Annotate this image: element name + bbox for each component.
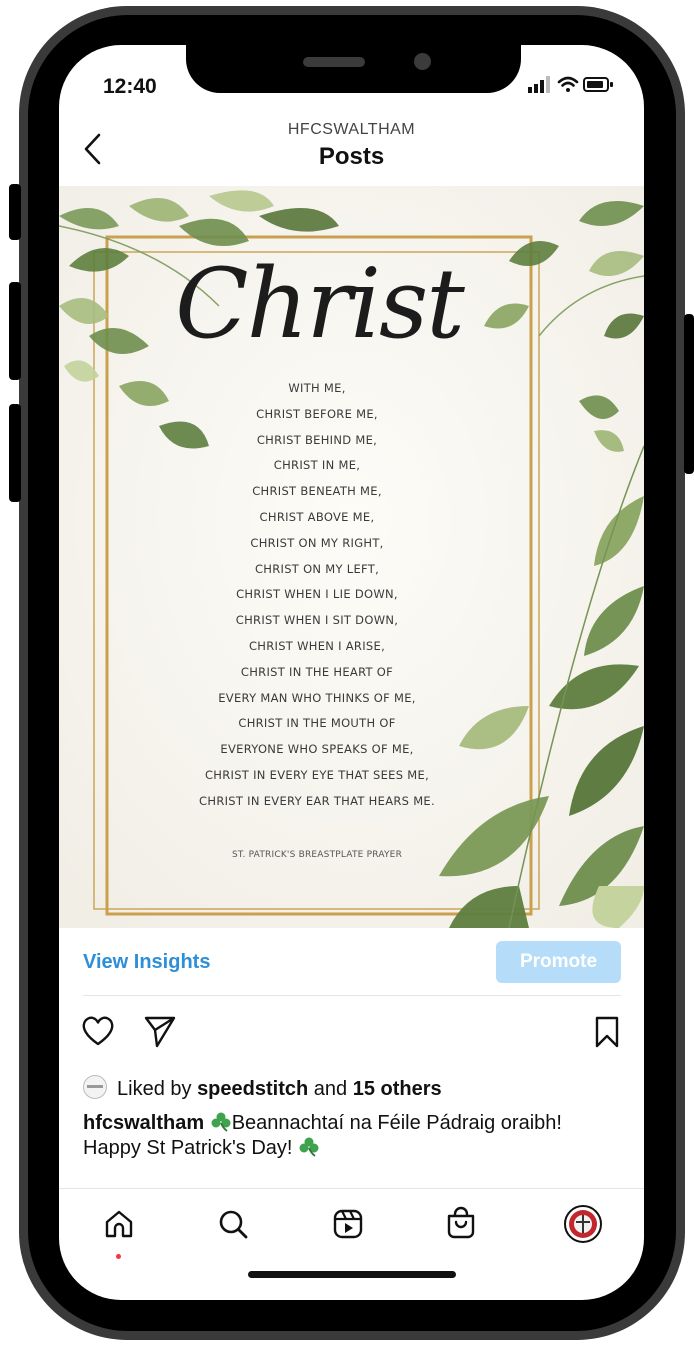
caption-username[interactable]: hfcswaltham	[83, 1112, 204, 1134]
likes-summary[interactable]: Liked by speedstitch and 15 others	[83, 1075, 442, 1101]
profile-avatar[interactable]	[563, 1204, 603, 1244]
likes-others-count[interactable]: 15 others	[353, 1078, 442, 1100]
poem-line: CHRIST IN ME,	[273, 458, 361, 473]
poem-attribution: ST. PATRICK'S BREASTPLATE PRAYER	[231, 850, 403, 860]
poem-line: CHRIST WHEN I ARISE,	[248, 638, 386, 653]
shop-bag-icon[interactable]	[445, 1206, 477, 1240]
shamrock-icon	[299, 1137, 319, 1157]
poem-line: CHRIST IN EVERY EYE THAT SEES ME,	[204, 767, 430, 782]
front-camera	[414, 53, 431, 70]
caption-line-1: Beannachtaí na Féile Pádraig oraibh!	[231, 1112, 562, 1134]
poem-line: CHRIST BENEATH ME,	[252, 484, 382, 499]
home-indicator[interactable]	[248, 1271, 456, 1278]
power-button	[684, 314, 694, 474]
screen: 12:40 HFCSWALTHAM Posts Christ WITH ME, …	[59, 45, 644, 1300]
promote-button[interactable]: Promote	[496, 941, 621, 983]
poem-line: CHRIST IN THE HEART OF	[240, 664, 394, 679]
status-icons	[528, 76, 613, 93]
caption-line-2: Happy St Patrick's Day!	[83, 1137, 293, 1159]
poem-text: WITH ME, CHRIST BEFORE ME, CHRIST BEHIND M…	[143, 376, 491, 815]
like-heart-icon[interactable]	[81, 1015, 115, 1047]
shamrock-icon	[211, 1112, 231, 1132]
cellular-signal-icon	[528, 76, 550, 93]
reels-icon[interactable]	[332, 1208, 364, 1240]
liker-avatar	[83, 1075, 107, 1099]
header-account-name: HFCSWALTHAM	[287, 121, 416, 138]
divider	[83, 995, 621, 996]
poem-line: CHRIST IN THE MOUTH OF	[238, 716, 396, 731]
home-icon[interactable]	[103, 1208, 135, 1240]
notification-dot	[116, 1254, 121, 1259]
volume-down-button	[9, 404, 21, 502]
battery-icon	[583, 77, 613, 92]
poem-line: WITH ME,	[288, 381, 346, 395]
poem-line: CHRIST ON MY LEFT,	[254, 561, 380, 576]
tab-bar-divider	[59, 1188, 644, 1189]
speaker-grille	[303, 57, 365, 67]
share-send-icon[interactable]	[143, 1014, 177, 1048]
poem-line: CHRIST IN EVERY EAR THAT HEARS ME.	[199, 793, 435, 808]
poem-line: CHRIST ABOVE ME,	[259, 509, 375, 524]
mute-switch	[9, 184, 21, 240]
poem-line: CHRIST BEHIND ME,	[256, 432, 378, 447]
save-bookmark-icon[interactable]	[593, 1015, 621, 1049]
likes-middle: and	[308, 1078, 353, 1100]
wifi-icon	[557, 76, 579, 92]
poem-line: CHRIST BEFORE ME,	[256, 406, 378, 421]
page-title: Posts	[318, 143, 385, 170]
poem-line: EVERYONE WHO SPEAKS OF ME,	[220, 742, 414, 757]
poem-line: CHRIST ON MY RIGHT,	[250, 535, 384, 550]
likes-prefix: Liked by	[117, 1078, 198, 1100]
liker-username[interactable]: speedstitch	[197, 1078, 308, 1100]
volume-up-button	[9, 282, 21, 380]
post-image[interactable]: Christ WITH ME, CHRIST BEFORE ME, CHRIST B…	[59, 186, 644, 928]
poem-line: EVERY MAN WHO THINKS OF ME,	[218, 690, 416, 705]
post-caption: hfcswaltham Beannachtaí na Féile Pádraig…	[83, 1111, 628, 1161]
view-insights-link[interactable]: View Insights	[83, 951, 210, 974]
notch	[186, 45, 521, 93]
poem-line: CHRIST WHEN I LIE DOWN,	[236, 587, 398, 602]
status-time: 12:40	[103, 75, 157, 98]
search-icon[interactable]	[217, 1208, 249, 1240]
poem-line: CHRIST WHEN I SIT DOWN,	[235, 613, 399, 628]
post-headline: Christ	[175, 248, 465, 360]
